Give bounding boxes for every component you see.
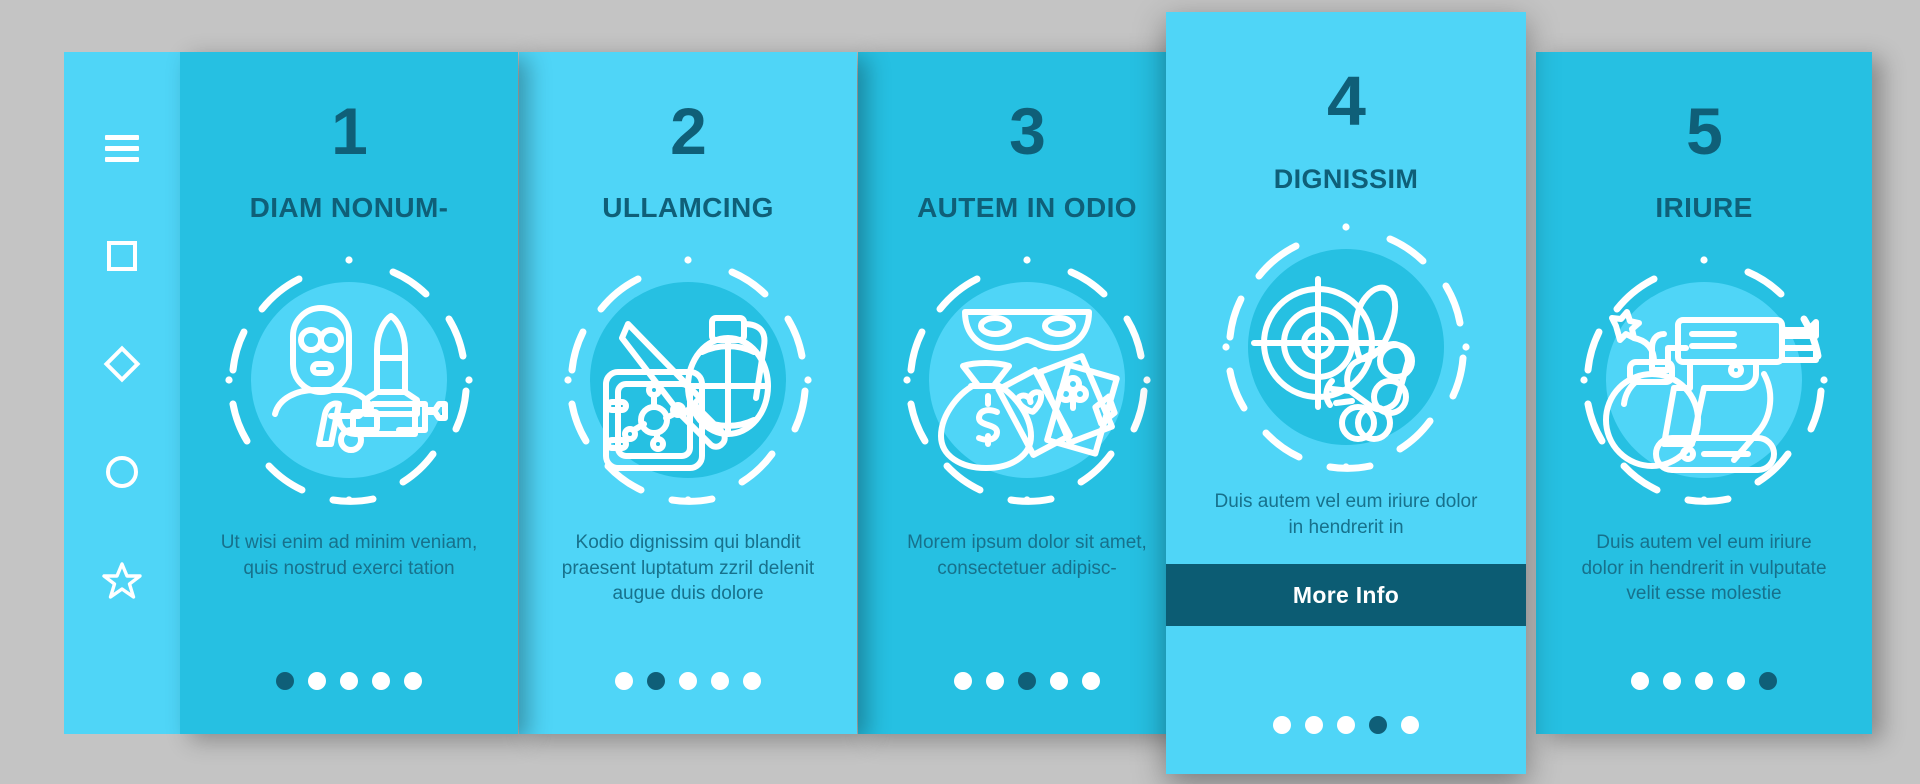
card-number: 2: [670, 94, 707, 168]
card-number: 1: [331, 94, 368, 168]
sidebar-item-hamburger[interactable]: [102, 128, 142, 168]
onboarding-card-4[interactable]: 4 DIGNISSIM Duis autem vel eum iriure do…: [1166, 12, 1526, 774]
masked-criminal-rocket-revolver-icon: [213, 244, 485, 516]
card-title: ULLAMCING: [602, 192, 774, 223]
sidebar-item-square[interactable]: [102, 236, 142, 276]
pagination-dots[interactable]: [1273, 716, 1419, 734]
dot-1[interactable]: [954, 672, 972, 690]
pagination-dots[interactable]: [615, 672, 761, 690]
sidebar-item-circle[interactable]: [102, 452, 142, 492]
card-title: AUTEM IN ODIO: [917, 192, 1137, 223]
knife-grenade-explosive-icon: [552, 244, 824, 516]
square-icon: [107, 241, 137, 271]
bomb-pistol-pocketknife-icon: [1568, 244, 1840, 516]
sidebar-item-diamond[interactable]: [102, 344, 142, 384]
card-title: DIAM NONUM-: [249, 192, 449, 223]
dot-3[interactable]: [1337, 716, 1355, 734]
card-description: Ut wisi enim ad minim veniam, quis nostr…: [220, 532, 478, 579]
card-description: Duis autem vel eum iriure dolor in hendr…: [1214, 491, 1478, 538]
bandit-mask-money-bag-cards-icon: [891, 244, 1163, 516]
circle-icon: [106, 456, 138, 488]
sidebar: [64, 52, 180, 734]
dot-1[interactable]: [615, 672, 633, 690]
dot-4[interactable]: [1050, 672, 1068, 690]
card-number: 3: [1009, 94, 1046, 168]
dot-4[interactable]: [711, 672, 729, 690]
dot-2[interactable]: [308, 672, 326, 690]
dot-5[interactable]: [743, 672, 761, 690]
onboarding-screens-mockup: 1 DIAM NONUM- Ut wisi enim ad minim veni…: [0, 0, 1920, 784]
target-crosshair-bullets-icon: [1210, 211, 1482, 483]
dot-1[interactable]: [1273, 716, 1291, 734]
onboarding-card-1[interactable]: 1 DIAM NONUM- Ut wisi enim ad minim veni…: [180, 52, 518, 734]
hamburger-menu-icon: [105, 134, 139, 162]
more-info-button[interactable]: More Info: [1166, 564, 1526, 627]
sidebar-item-star[interactable]: [102, 560, 142, 600]
dot-4[interactable]: [372, 672, 390, 690]
dot-4[interactable]: [1369, 716, 1387, 734]
dot-1[interactable]: [1631, 672, 1649, 690]
dot-2[interactable]: [1663, 672, 1681, 690]
card-number: 5: [1686, 94, 1723, 168]
dot-4[interactable]: [1727, 672, 1745, 690]
card-description: Kodio dignissim qui blandit praesent lup…: [561, 532, 815, 605]
dot-5[interactable]: [404, 672, 422, 690]
onboarding-card-3[interactable]: 3 AUTEM IN ODIO Morem ipsum dolor sit am…: [858, 52, 1196, 734]
star-icon: [102, 562, 142, 599]
diamond-icon: [103, 345, 141, 383]
dot-2[interactable]: [647, 672, 665, 690]
dot-2[interactable]: [1305, 716, 1323, 734]
card-title: IRIURE: [1655, 192, 1753, 223]
dot-3[interactable]: [340, 672, 358, 690]
dot-5[interactable]: [1401, 716, 1419, 734]
dot-1[interactable]: [276, 672, 294, 690]
pagination-dots[interactable]: [276, 672, 422, 690]
onboarding-card-2[interactable]: 2 ULLAMCING Kodio dignissim qui blandit …: [519, 52, 857, 734]
card-description: Duis autem vel eum iriure dolor in hendr…: [1581, 532, 1827, 605]
dot-3[interactable]: [679, 672, 697, 690]
dot-3[interactable]: [1018, 672, 1036, 690]
card-number: 4: [1327, 62, 1366, 140]
pagination-dots[interactable]: [954, 672, 1100, 690]
card-description: Morem ipsum dolor sit amet, consectetuer…: [907, 532, 1147, 579]
onboarding-card-5[interactable]: 5 IRIURE Duis autem vel eum iriure dolor…: [1536, 52, 1872, 734]
dot-5[interactable]: [1759, 672, 1777, 690]
dot-2[interactable]: [986, 672, 1004, 690]
card-title: DIGNISSIM: [1273, 164, 1419, 194]
dot-5[interactable]: [1082, 672, 1100, 690]
pagination-dots[interactable]: [1631, 672, 1777, 690]
dot-3[interactable]: [1695, 672, 1713, 690]
